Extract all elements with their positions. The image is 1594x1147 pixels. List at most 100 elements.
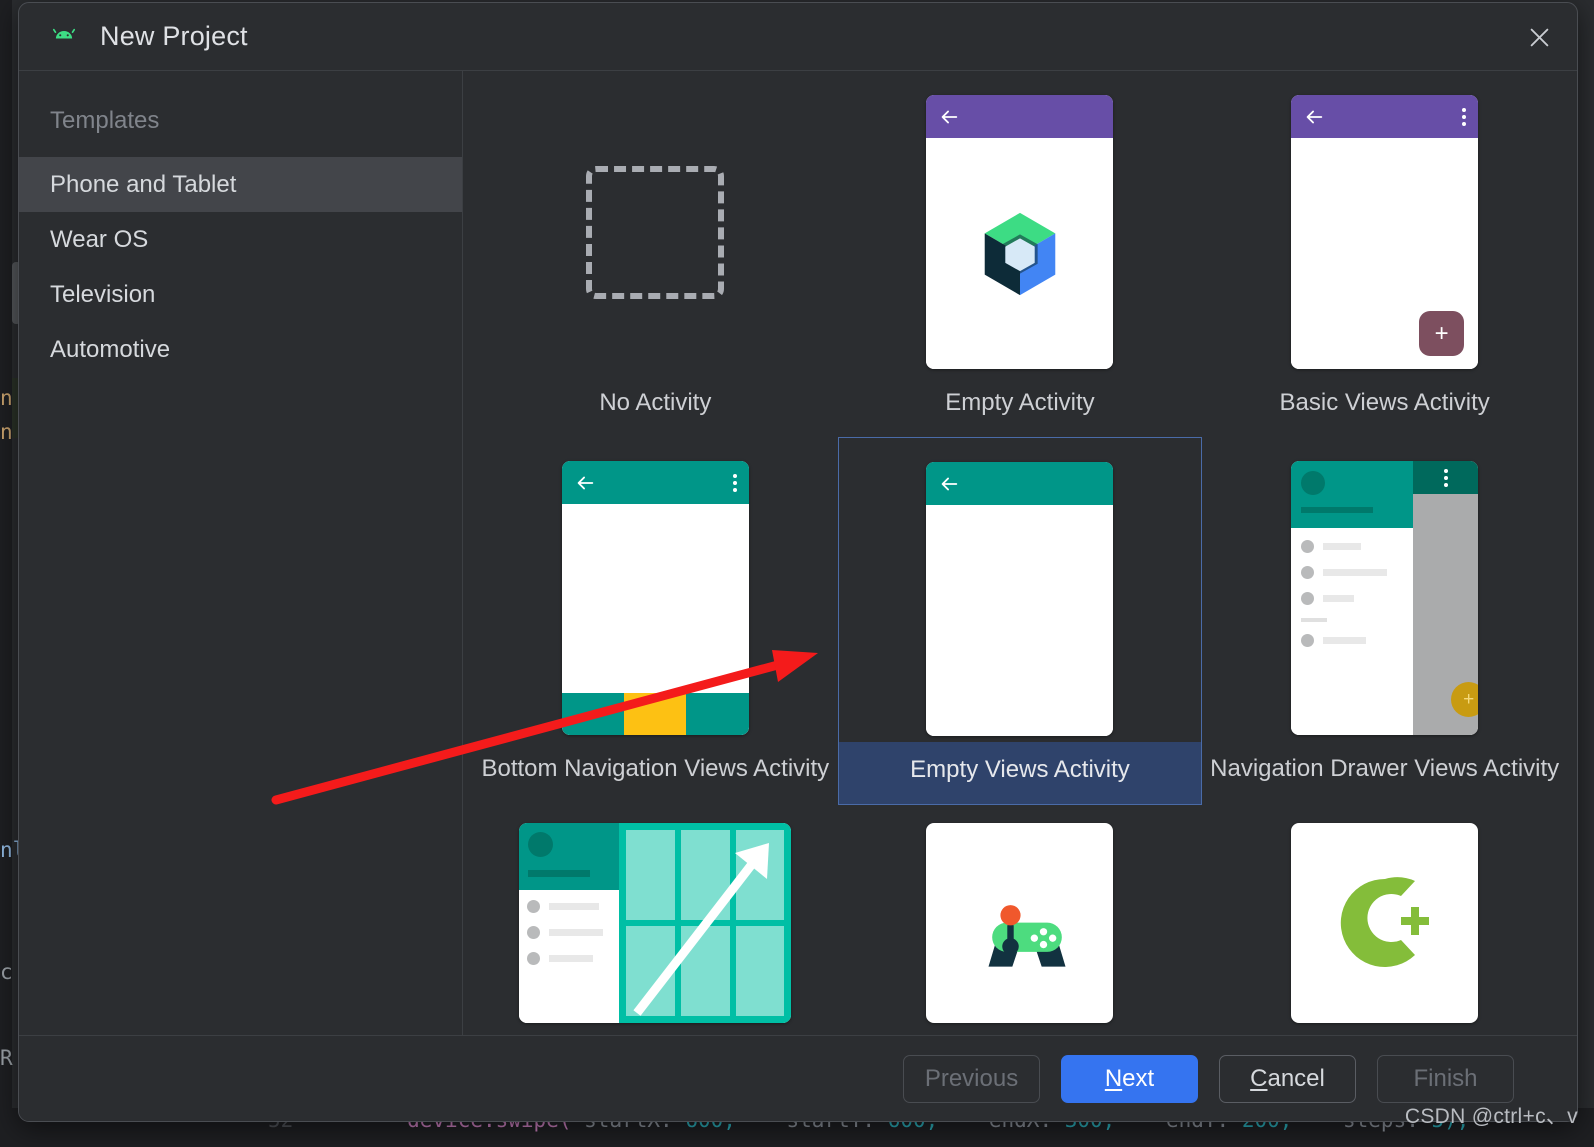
dialog-titlebar: New Project xyxy=(19,3,1577,70)
cancel-button[interactable]: Cancel xyxy=(1219,1054,1356,1103)
template-card-no-activity[interactable]: No Activity xyxy=(473,71,838,437)
list-item-icon xyxy=(527,900,541,913)
template-thumbnail: + xyxy=(1202,89,1567,375)
navigation-drawer-panel xyxy=(519,823,620,1023)
template-card-game-activity[interactable]: Game Activity (C++) xyxy=(838,805,1203,1035)
list-item-label xyxy=(549,903,600,910)
finish-button-label: Finish xyxy=(1413,1064,1478,1092)
cancel-button-label: ancel xyxy=(1267,1064,1325,1092)
phone-content xyxy=(926,138,1114,369)
list-item xyxy=(1301,540,1403,553)
dialog-footer: Previous Next Cancel Finish xyxy=(19,1035,1577,1121)
app-bar xyxy=(926,462,1114,505)
next-button-label: ext xyxy=(1122,1064,1155,1092)
cpp-logo-icon xyxy=(1325,863,1445,983)
drawer-headline xyxy=(1301,507,1374,513)
template-thumbnail xyxy=(473,823,838,1023)
sidebar-item-label: Wear OS xyxy=(50,225,149,253)
growth-arrow-icon xyxy=(633,843,770,1016)
template-thumbnail xyxy=(838,89,1203,375)
sidebar-item-label: Phone and Tablet xyxy=(50,170,237,198)
phone-content xyxy=(561,504,749,735)
list-item xyxy=(527,926,611,939)
templates-sidebar: Templates Phone and Tablet Wear OS Telev… xyxy=(19,71,463,1035)
floating-action-button-icon: + xyxy=(1419,311,1465,356)
finish-button[interactable]: Finish xyxy=(1377,1054,1514,1103)
floating-action-button-icon: + xyxy=(1451,682,1479,717)
avatar xyxy=(528,832,554,857)
template-card-native-cpp[interactable]: Native C++ xyxy=(1202,805,1567,1035)
phone-content xyxy=(926,505,1114,736)
dashed-square-icon xyxy=(586,165,725,299)
list-item-icon xyxy=(527,926,541,939)
bottom-nav-item xyxy=(686,693,749,735)
jetpack-compose-icon xyxy=(971,205,1069,303)
drawer-scrim: + xyxy=(1413,461,1479,735)
previous-button[interactable]: Previous xyxy=(903,1054,1040,1103)
back-arrow-icon xyxy=(574,472,596,494)
game-controller-icon xyxy=(972,889,1068,967)
list-item-label xyxy=(1323,595,1355,602)
phone-mockup xyxy=(926,462,1114,736)
sidebar-item-phone-and-tablet[interactable]: Phone and Tablet xyxy=(19,157,462,212)
dialog-title: New Project xyxy=(100,21,248,51)
phone-mockup xyxy=(926,95,1114,369)
template-thumbnail: + xyxy=(1202,455,1567,741)
back-arrow-icon xyxy=(1303,106,1325,128)
back-arrow-icon xyxy=(938,106,960,128)
drawer-menu-list xyxy=(519,890,620,1023)
template-thumbnail xyxy=(473,455,838,741)
next-button[interactable]: Next xyxy=(1061,1054,1198,1103)
next-button-accelerator: N xyxy=(1104,1064,1123,1092)
list-item-icon xyxy=(1301,540,1315,553)
close-icon[interactable] xyxy=(1519,17,1559,57)
sidebar-item-label: Television xyxy=(50,280,156,308)
phone-mockup xyxy=(1291,823,1479,1023)
list-item-label xyxy=(1323,543,1362,550)
drawer-menu-list xyxy=(1291,528,1414,735)
overflow-menu-icon xyxy=(1443,468,1448,487)
avatar xyxy=(1301,471,1326,495)
sidebar-item-wear-os[interactable]: Wear OS xyxy=(19,212,462,267)
template-label: No Activity xyxy=(599,389,712,416)
list-item-label xyxy=(549,929,604,936)
template-label: Empty Activity xyxy=(945,389,1095,416)
android-icon xyxy=(49,22,79,52)
back-arrow-icon xyxy=(938,473,960,495)
template-label: Responsive Views Activity xyxy=(473,1023,838,1035)
phone-mockup xyxy=(926,823,1114,1023)
sidebar-item-automotive[interactable]: Automotive xyxy=(19,322,462,377)
list-item-label xyxy=(1323,569,1388,576)
template-thumbnail xyxy=(839,456,1202,742)
drawer-header xyxy=(519,823,620,890)
template-label: Game Activity (C++) xyxy=(838,1023,1203,1035)
app-bar xyxy=(1413,461,1479,494)
responsive-grid-panel xyxy=(619,823,792,1023)
template-card-navigation-drawer-views-activity[interactable]: + Navigation Drawer Views Activity xyxy=(1202,437,1567,805)
sidebar-item-label: Automotive xyxy=(50,335,171,363)
template-card-responsive-views-activity[interactable]: Responsive Views Activity xyxy=(473,805,838,1035)
app-bar xyxy=(561,461,749,504)
list-item-label xyxy=(549,955,594,962)
divider xyxy=(1301,618,1328,622)
template-card-bottom-navigation-views-activity[interactable]: Bottom Navigation Views Activity xyxy=(473,437,838,805)
list-item xyxy=(1301,634,1403,647)
list-item xyxy=(1301,566,1403,579)
sidebar-heading: Templates xyxy=(50,107,160,134)
list-item xyxy=(527,952,611,965)
template-label: Basic Views Activity xyxy=(1279,389,1490,416)
bottom-navigation-bar xyxy=(561,693,749,735)
template-label: Native C++ xyxy=(1202,1023,1567,1035)
app-bar xyxy=(1291,95,1479,138)
template-label: Navigation Drawer Views Activity xyxy=(1210,755,1560,782)
template-card-empty-views-activity[interactable]: Empty Views Activity xyxy=(837,437,1203,805)
drawer-headline xyxy=(528,870,591,877)
template-card-basic-views-activity[interactable]: + Basic Views Activity xyxy=(1202,71,1567,437)
overflow-menu-icon xyxy=(732,473,737,492)
sidebar-item-television[interactable]: Television xyxy=(19,267,462,322)
template-thumbnail xyxy=(473,89,838,375)
template-card-empty-activity[interactable]: Empty Activity xyxy=(838,71,1203,437)
overflow-menu-icon xyxy=(1462,107,1467,126)
dialog-body: Templates Phone and Tablet Wear OS Telev… xyxy=(19,70,1577,1035)
csdn-watermark: CSDN @ctrl+c、v xyxy=(1404,1105,1578,1128)
